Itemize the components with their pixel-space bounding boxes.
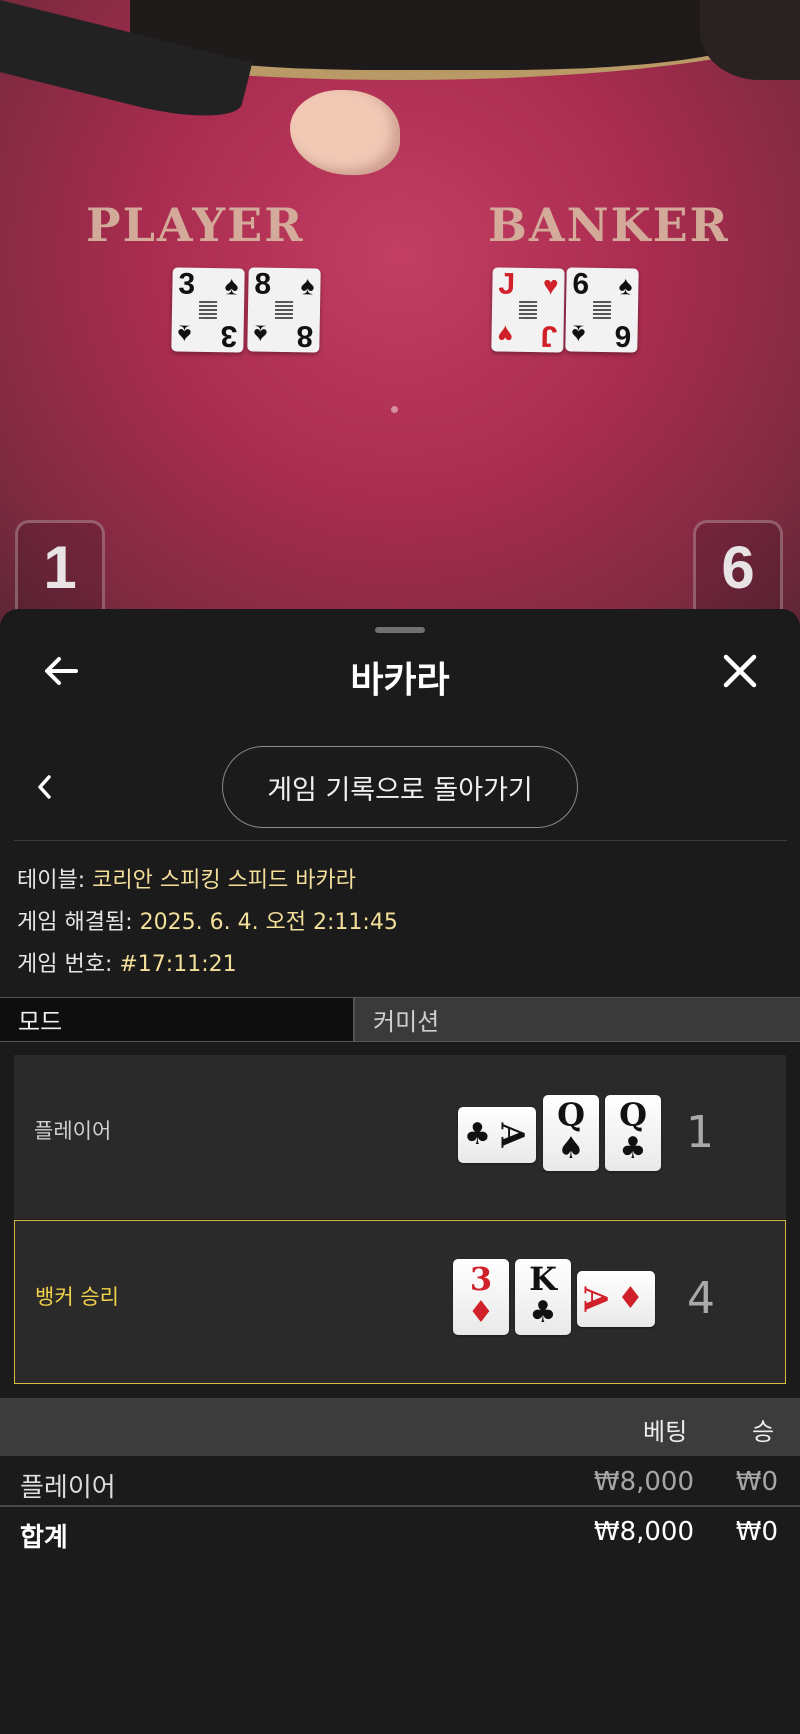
card-rank: J: [498, 267, 516, 301]
table-info-value: 코리안 스피킹 스피드 바카라: [92, 868, 357, 893]
game-number-info: 게임 번호: #17:11:21: [17, 946, 237, 978]
card-rank: K: [529, 1260, 557, 1298]
card-suit: ♥: [497, 319, 514, 350]
card-rank: 8: [254, 267, 272, 301]
playing-card: A ♦: [576, 1271, 655, 1327]
mode-value: 커미션: [355, 998, 800, 1041]
resolved-info-label: 게임 해결됨:: [17, 910, 140, 935]
table-row: 플레이어 ₩8,000 ₩0: [0, 1457, 800, 1507]
banker-score: 6: [693, 520, 783, 620]
total-win-amount: ₩0: [735, 1517, 778, 1547]
bets-table-header: 베팅 승: [0, 1398, 800, 1456]
banker-hand-label: 뱅커 승리: [35, 1285, 119, 1309]
banker-hand-total: 4: [687, 1273, 715, 1324]
table-player-label: PLAYER: [86, 198, 305, 252]
card-rank: Q: [557, 1096, 585, 1134]
player-hand-label: 플레이어: [34, 1119, 112, 1143]
card-rank: Q: [619, 1096, 647, 1134]
drag-handle[interactable]: [375, 627, 425, 633]
player-score: 1: [15, 520, 105, 620]
total-bet-amount: ₩8,000: [593, 1517, 694, 1547]
banker-hand-row: 뱅커 승리 3 ♦ K ♣ A ♦ 4: [14, 1220, 786, 1384]
card-rank: J: [540, 319, 558, 353]
playing-card: Q ♣: [605, 1095, 661, 1171]
divider: [14, 840, 787, 841]
card-rank: 3: [469, 1260, 493, 1298]
table-card: 8 ♠ 8 ♠: [247, 267, 321, 353]
card-suit: ♠: [177, 319, 192, 350]
card-suit: ♦: [467, 1295, 495, 1330]
table-card: 6 ♠ 6 ♠: [565, 267, 639, 353]
game-number-label: 게임 번호:: [17, 952, 120, 977]
card-suit: ♣: [464, 1117, 491, 1152]
table-card: 3 ♠ 3 ♠: [171, 267, 245, 353]
card-rank: 6: [614, 319, 632, 353]
card-suit: ♠: [557, 1131, 585, 1166]
card-rank: 6: [572, 267, 590, 301]
card-suit: ♠: [224, 270, 239, 301]
total-label: 합계: [20, 1523, 68, 1553]
table-info: 테이블: 코리안 스피킹 스피드 바카라: [17, 862, 356, 894]
win-amount: ₩0: [735, 1467, 778, 1497]
game-number-value: #17:11:21: [119, 952, 237, 977]
card-rank: 3: [178, 267, 196, 301]
game-detail-sheet: 바카라 게임 기록으로 돌아가기 테이블: 코리안 스피킹 스피드 바카라 게임…: [0, 609, 800, 1734]
dealer-hand: [290, 90, 400, 175]
card-suit: ♥: [542, 270, 559, 301]
mode-row: 모드 커미션: [0, 997, 800, 1042]
card-suit: ♠: [618, 270, 633, 301]
live-video: PLAYER BANKER 3 ♠ 3 ♠ 8 ♠ 8 ♠ J ♥ J ♥ 6 …: [0, 0, 800, 640]
bet-column-header: 베팅: [643, 1418, 688, 1446]
card-suit: ♣: [619, 1131, 647, 1166]
playing-card: K ♣: [515, 1259, 571, 1335]
player-hand-total: 1: [686, 1107, 714, 1158]
card-suit: ♣: [529, 1295, 557, 1330]
card-rank: 3: [220, 319, 238, 353]
total-row: 합계 ₩8,000 ₩0: [0, 1505, 800, 1555]
card-suit: ♠: [300, 270, 315, 301]
resolved-info: 게임 해결됨: 2025. 6. 4. 오전 2:11:45: [17, 904, 398, 936]
win-column-header: 승: [752, 1418, 775, 1446]
mode-label: 모드: [0, 998, 355, 1041]
return-to-history-button[interactable]: 게임 기록으로 돌아가기: [222, 746, 578, 828]
player-hand-row: 플레이어 ♣ A Q ♠ Q ♣ 1: [14, 1055, 786, 1219]
resolved-info-value: 2025. 6. 4. 오전 2:11:45: [139, 910, 398, 935]
playing-card: 3 ♦: [453, 1259, 509, 1335]
table-dot: [391, 406, 398, 413]
close-icon[interactable]: [718, 649, 762, 693]
dealer-right-arm: [700, 0, 800, 80]
card-suit: ♦: [617, 1281, 644, 1316]
table-card: J ♥ J ♥: [491, 267, 565, 353]
chevron-left-icon[interactable]: [30, 772, 60, 802]
card-rank: 8: [296, 319, 314, 353]
card-rank: A: [493, 1122, 532, 1148]
page-title: 바카라: [350, 660, 450, 701]
table-info-label: 테이블:: [17, 868, 93, 893]
card-rank: A: [576, 1286, 615, 1312]
playing-card: ♣ A: [458, 1107, 536, 1163]
card-suit: ♠: [253, 319, 268, 350]
bet-amount: ₩8,000: [593, 1467, 694, 1497]
bet-name: 플레이어: [20, 1473, 116, 1503]
card-suit: ♠: [571, 319, 586, 350]
table-banker-label: BANKER: [488, 198, 730, 252]
playing-card: Q ♠: [543, 1095, 599, 1171]
